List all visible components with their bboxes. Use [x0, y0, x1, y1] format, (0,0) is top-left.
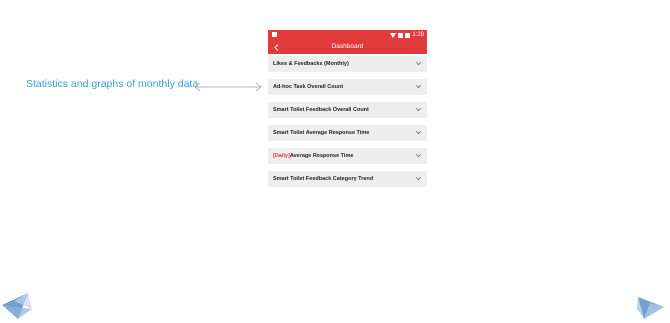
chevron-down-icon	[416, 131, 421, 135]
item-label: Smart Toilet Average Response Time	[273, 125, 369, 141]
signal-icon	[398, 32, 404, 38]
status-indicators: 1:28	[390, 30, 424, 40]
dashboard-item-daily-response-time[interactable]: [Daily]Average Response Time	[268, 148, 427, 164]
notification-icon	[272, 32, 277, 37]
item-label: Smart Toilet Feedback Overall Count	[273, 102, 369, 118]
item-label-text: Likes & Feedbacks (Monthly)	[273, 61, 349, 67]
decorative-polygon-left	[2, 293, 32, 319]
status-bar: 1:28	[268, 30, 427, 40]
decorative-polygon-right	[637, 297, 664, 319]
wifi-icon	[390, 32, 397, 38]
chevron-down-icon	[416, 177, 421, 181]
annotation-text: Statistics and graphs of monthly data	[26, 78, 199, 90]
item-label-text: Average Response Time	[289, 153, 354, 159]
dashboard-item-adhoc-task[interactable]: Ad-hoc Task Overall Count	[268, 79, 427, 95]
dashboard-item-likes-feedbacks[interactable]: Likes & Feedbacks (Monthly)	[268, 56, 427, 72]
item-label-text: Ad-hoc Task Overall Count	[273, 84, 344, 90]
slide: Statistics and graphs of monthly data 1:…	[0, 0, 670, 323]
chevron-down-icon	[416, 108, 421, 112]
item-label: Ad-hoc Task Overall Count	[273, 79, 343, 95]
dashboard-item-category-trend[interactable]: Smart Toilet Feedback Category Trend	[268, 171, 427, 187]
app-bar: Dashboard	[268, 40, 427, 54]
dashboard-item-toilet-response-time[interactable]: Smart Toilet Average Response Time	[268, 125, 427, 141]
page-title: Dashboard	[331, 43, 364, 50]
item-label-text: Smart Toilet Average Response Time	[273, 130, 370, 136]
item-label-text: Smart Toilet Feedback Category Trend	[273, 176, 374, 182]
item-label-text: Smart Toilet Feedback Overall Count	[273, 107, 369, 113]
phone-screen: 1:28 Dashboard Likes & Feedbacks (Monthl…	[268, 30, 427, 198]
item-label: [Daily]Average Response Time	[273, 148, 353, 164]
chevron-down-icon	[416, 85, 421, 89]
status-time: 1:28	[412, 32, 424, 38]
double-arrow-icon	[194, 82, 262, 92]
chevron-down-icon	[416, 154, 421, 158]
item-prefix: [Daily]	[273, 153, 290, 159]
dashboard-item-toilet-feedback-count[interactable]: Smart Toilet Feedback Overall Count	[268, 102, 427, 118]
battery-icon	[405, 32, 411, 38]
chevron-down-icon	[416, 62, 421, 66]
item-label: Likes & Feedbacks (Monthly)	[273, 56, 349, 72]
item-label: Smart Toilet Feedback Category Trend	[273, 171, 373, 187]
dashboard-list: Likes & Feedbacks (Monthly) Ad-hoc Task …	[268, 54, 427, 187]
